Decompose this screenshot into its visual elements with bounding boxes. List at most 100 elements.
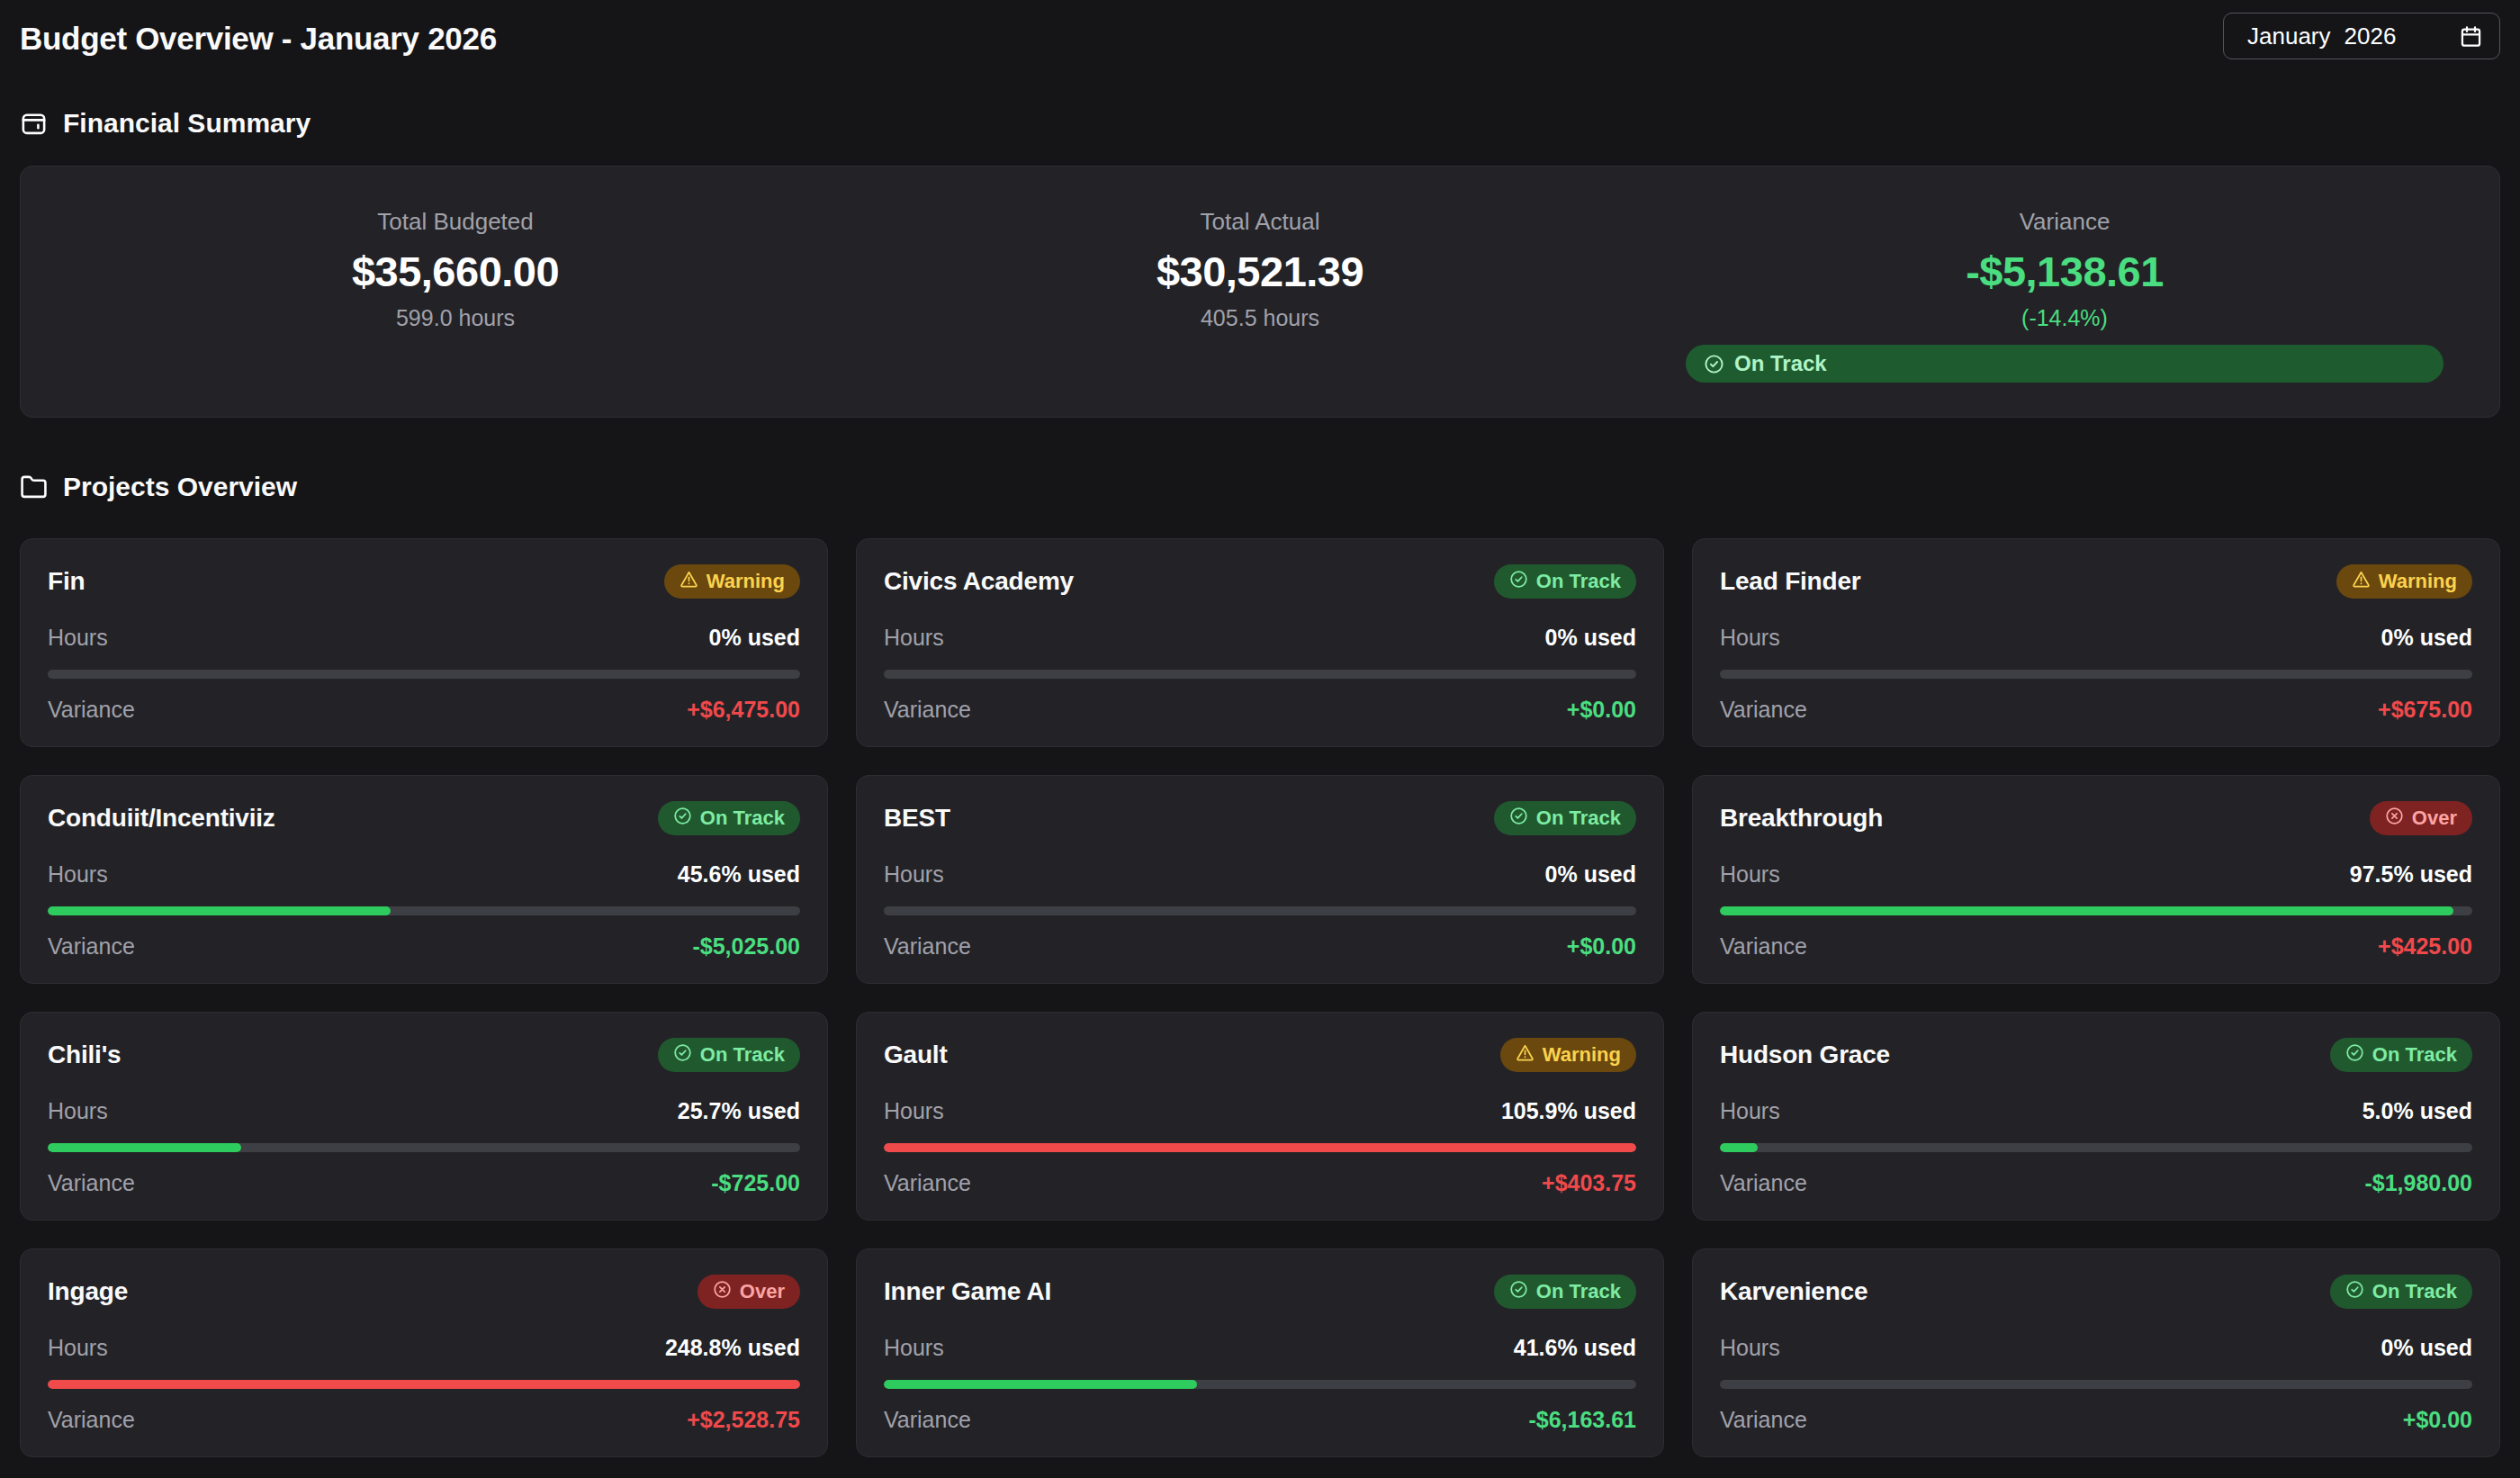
month-picker-input[interactable]: January 2026	[2223, 13, 2500, 59]
variance-label: Variance	[48, 697, 135, 723]
summary-value: -$5,138.61	[1966, 247, 2164, 296]
hours-progress-track	[884, 670, 1636, 679]
hours-label: Hours	[48, 625, 108, 651]
variance-value: -$725.00	[711, 1170, 800, 1196]
summary-label: Variance	[2020, 208, 2110, 236]
hours-label: Hours	[48, 861, 108, 888]
status-icon	[713, 1280, 732, 1304]
status-label: Over	[740, 1280, 785, 1303]
month-picker-month[interactable]: January	[2247, 23, 2331, 50]
hours-label: Hours	[1720, 625, 1780, 651]
variance-label: Variance	[48, 1170, 135, 1196]
variance-value: -$5,025.00	[692, 933, 800, 960]
variance-value: +$675.00	[2378, 697, 2472, 723]
hours-used-value: 5.0% used	[2362, 1098, 2472, 1124]
folder-icon	[20, 473, 48, 501]
status-icon	[673, 1043, 692, 1068]
hours-progress-track	[1720, 670, 2472, 679]
hours-used-value: 97.5% used	[2350, 861, 2472, 888]
hours-label: Hours	[48, 1335, 108, 1361]
status-label: Warning	[1543, 1043, 1621, 1067]
status-label: Warning	[2379, 570, 2457, 593]
status-label: On Track	[2372, 1280, 2457, 1303]
calendar-icon[interactable]	[2459, 24, 2483, 49]
hours-progress-track	[1720, 1143, 2472, 1152]
project-name: Conduiit/Incentiviiz	[48, 804, 275, 833]
budget-dashboard: Budget Overview - January 2026 January 2…	[0, 0, 2520, 1457]
variance-value: +$403.75	[1542, 1170, 1636, 1196]
project-name: Chili's	[48, 1041, 122, 1069]
variance-label: Variance	[1720, 697, 1807, 723]
status-icon	[2352, 570, 2371, 594]
hours-label: Hours	[48, 1098, 108, 1124]
summary-label: Total Actual	[1201, 208, 1320, 236]
status-badge: On Track	[658, 801, 800, 835]
status-icon	[2385, 807, 2404, 831]
status-badge: On Track	[658, 1038, 800, 1072]
variance-label: Variance	[884, 697, 971, 723]
project-name: Gault	[884, 1041, 948, 1069]
status-badge: Over	[698, 1275, 800, 1309]
status-icon	[673, 807, 692, 831]
status-label: Over	[2412, 807, 2457, 830]
hours-progress-fill	[1720, 906, 2453, 915]
project-card: Conduiit/Incentiviiz On Track Hours 45.6…	[20, 775, 828, 984]
project-card: Chili's On Track Hours 25.7% used Varian…	[20, 1012, 828, 1221]
status-icon	[1509, 570, 1528, 594]
hours-progress-track	[48, 906, 800, 915]
project-name: Civics Academy	[884, 567, 1074, 596]
hours-used-value: 0% used	[1545, 861, 1636, 888]
project-name: Fin	[48, 567, 85, 596]
status-badge: Over	[2370, 801, 2472, 835]
project-card: Lead Finder Warning Hours 0% used Varian…	[1692, 538, 2500, 747]
status-badge: On Track	[1494, 801, 1636, 835]
status-badge: On Track	[1494, 564, 1636, 599]
hours-progress-track	[48, 1380, 800, 1389]
status-icon	[1509, 1280, 1528, 1304]
project-card: Inner Game AI On Track Hours 41.6% used …	[856, 1248, 1664, 1457]
wallet-icon	[20, 110, 48, 138]
financial-summary-header: Financial Summary	[20, 108, 2500, 139]
hours-progress-track	[48, 1143, 800, 1152]
summary-value: $35,660.00	[352, 247, 559, 296]
project-card: Karvenience On Track Hours 0% used Varia…	[1692, 1248, 2500, 1457]
projects-grid: Fin Warning Hours 0% used Variance +$6,4…	[20, 538, 2500, 1457]
status-badge: On Track	[2330, 1038, 2472, 1072]
status-label: Warning	[706, 570, 785, 593]
hours-used-value: 105.9% used	[1501, 1098, 1636, 1124]
hours-progress-track	[884, 1143, 1636, 1152]
summary-column: Variance -$5,138.61 (-14.4%) On Track	[1662, 208, 2467, 383]
hours-used-value: 41.6% used	[1514, 1335, 1636, 1361]
variance-label: Variance	[1720, 1170, 1807, 1196]
projects-overview-title: Projects Overview	[63, 472, 297, 502]
status-badge: On Track	[2330, 1275, 2472, 1309]
overall-status-label: On Track	[1734, 351, 1827, 376]
status-badge: Warning	[664, 564, 800, 599]
hours-progress-track	[1720, 1380, 2472, 1389]
status-label: On Track	[2372, 1043, 2457, 1067]
status-badge: Warning	[2336, 564, 2472, 599]
summary-column: Total Actual $30,521.39 405.5 hours	[858, 208, 1662, 383]
hours-label: Hours	[884, 625, 944, 651]
topbar: Budget Overview - January 2026 January 2…	[20, 13, 2500, 59]
variance-value: +$2,528.75	[687, 1407, 800, 1433]
project-name: Inner Game AI	[884, 1277, 1051, 1306]
status-icon	[2345, 1043, 2364, 1068]
status-icon	[1509, 807, 1528, 831]
variance-value: +$425.00	[2378, 933, 2472, 960]
project-name: Karvenience	[1720, 1277, 1868, 1306]
hours-label: Hours	[884, 1335, 944, 1361]
hours-label: Hours	[884, 861, 944, 888]
summary-subtext: 405.5 hours	[1201, 305, 1319, 331]
variance-value: +$0.00	[2403, 1407, 2472, 1433]
project-name: Breakthrough	[1720, 804, 1883, 833]
project-card: Breakthrough Over Hours 97.5% used Varia…	[1692, 775, 2500, 984]
month-picker-year[interactable]: 2026	[2344, 23, 2397, 50]
variance-value: +$0.00	[1567, 697, 1636, 723]
summary-value: $30,521.39	[1156, 247, 1364, 296]
status-icon	[2345, 1280, 2364, 1304]
hours-progress-fill	[1720, 1143, 1758, 1152]
hours-used-value: 248.8% used	[665, 1335, 800, 1361]
project-card: Civics Academy On Track Hours 0% used Va…	[856, 538, 1664, 747]
hours-progress-fill	[884, 1143, 1636, 1152]
